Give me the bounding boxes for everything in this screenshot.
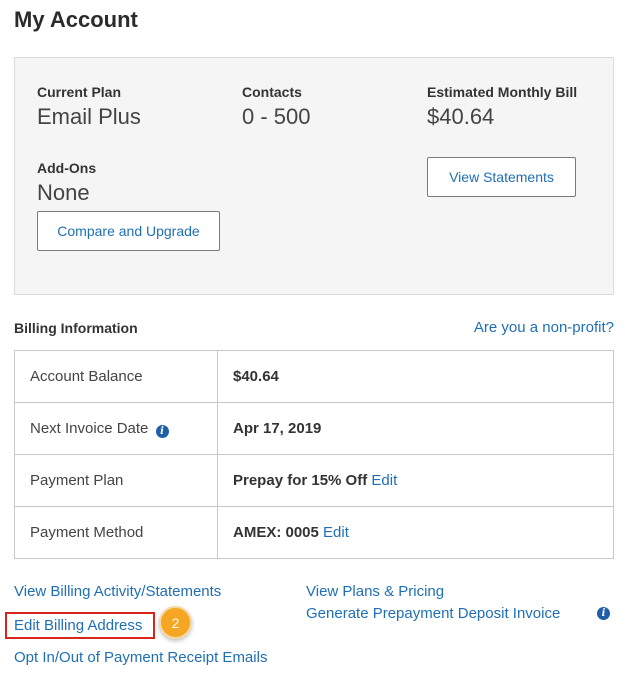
opt-in-out-receipts-link[interactable]: Opt In/Out of Payment Receipt Emails [14,649,267,666]
table-row: Payment Method AMEX: 0005 Edit [14,506,614,559]
payment-method-value-cell: AMEX: 0005 Edit [217,506,614,559]
account-balance-label: Account Balance [14,350,218,403]
view-billing-activity-link[interactable]: View Billing Activity/Statements [14,583,221,600]
addons-value: None [37,180,90,205]
page-title: My Account [14,7,138,32]
estimated-bill-label: Estimated Monthly Bill [427,84,578,100]
payment-plan-value: Prepay for 15% Off [233,472,368,489]
payment-plan-edit-link[interactable]: Edit [371,472,397,489]
info-icon[interactable]: i [155,424,169,438]
next-invoice-value: Apr 17, 2019 [217,402,614,455]
current-plan-value: Email Plus [37,104,141,129]
estimated-bill-value: $40.64 [427,104,495,129]
contacts-value: 0 - 500 [242,104,311,129]
addons-label: Add-Ons [37,160,97,176]
contacts-label: Contacts [242,84,302,100]
account-balance-value: $40.64 [217,350,614,403]
step-badge: 2 [159,606,192,639]
estimated-bill-block: Estimated Monthly Bill $40.64 [427,84,577,130]
payment-plan-label: Payment Plan [14,454,218,507]
table-row: Next Invoice Date i Apr 17, 2019 [14,402,614,455]
nonprofit-link[interactable]: Are you a non-profit? [474,319,614,336]
current-plan-block: Current Plan Email Plus [37,84,141,130]
table-row: Account Balance $40.64 [14,350,614,403]
view-statements-button[interactable]: View Statements [427,157,576,197]
compare-upgrade-button[interactable]: Compare and Upgrade [37,211,220,251]
table-row: Payment Plan Prepay for 15% Off Edit [14,454,614,507]
contacts-block: Contacts 0 - 500 [242,84,311,130]
billing-table: Account Balance $40.64 Next Invoice Date… [14,350,614,559]
current-plan-label: Current Plan [37,84,122,100]
payment-plan-value-cell: Prepay for 15% Off Edit [217,454,614,507]
next-invoice-label-cell: Next Invoice Date i [14,402,218,455]
payment-method-label: Payment Method [14,506,218,559]
payment-method-value: AMEX: 0005 [233,524,319,541]
view-plans-pricing-link[interactable]: View Plans & Pricing [306,583,444,600]
billing-information-heading: Billing Information [14,320,138,336]
plan-summary-card: Current Plan Email Plus Contacts 0 - 500… [14,57,614,295]
next-invoice-label: Next Invoice Date [30,419,149,437]
highlight-box [5,612,155,639]
info-icon[interactable]: i [597,607,610,620]
payment-method-edit-link[interactable]: Edit [323,524,349,541]
addons-block: Add-Ons None [37,160,96,206]
generate-prepayment-invoice-link[interactable]: Generate Prepayment Deposit Invoice [306,605,560,622]
